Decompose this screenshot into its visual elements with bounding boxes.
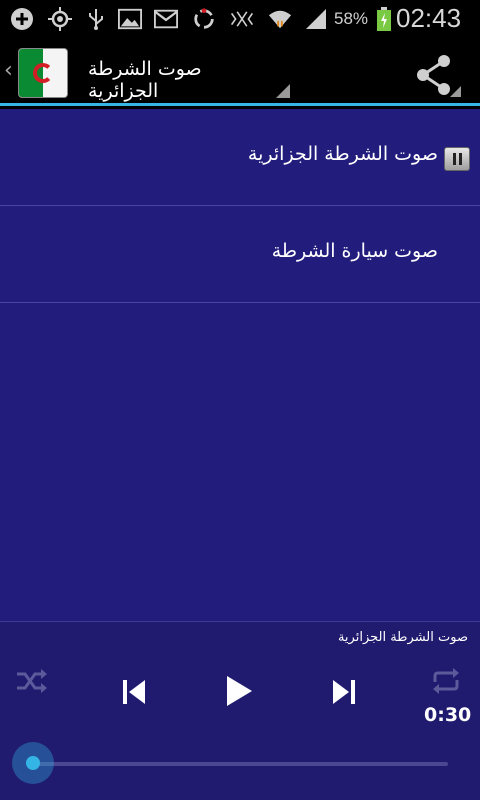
play-button[interactable]: [218, 670, 260, 712]
app-title[interactable]: صوت الشرطة الجزائرية: [88, 58, 268, 102]
shuffle-icon: [17, 669, 47, 693]
signal-icon: [304, 7, 328, 31]
battery-percent: 58%: [334, 9, 369, 28]
overflow-indicator-icon: [450, 86, 461, 97]
media-player: صوت الشرطة الجزائرية 0:30: [0, 621, 480, 800]
clock: 02:43: [396, 3, 462, 33]
list-item-label: صوت سيارة الشرطة: [271, 240, 438, 262]
dropdown-indicator-icon: [276, 84, 290, 98]
shuffle-button[interactable]: [14, 666, 50, 696]
seek-thumb[interactable]: [12, 742, 54, 784]
play-icon: [227, 676, 252, 706]
next-button[interactable]: [326, 674, 362, 710]
up-caret-icon[interactable]: ‹: [4, 58, 13, 83]
sync-icon: [192, 7, 216, 31]
list-item[interactable]: صوت الشرطة الجزائرية: [0, 109, 480, 206]
seek-bar[interactable]: [32, 762, 448, 766]
wifi-icon: [268, 7, 292, 31]
previous-button[interactable]: [116, 674, 152, 710]
gps-icon: [48, 7, 72, 31]
repeat-button[interactable]: [428, 666, 464, 696]
status-bar: 58% 02:43: [0, 0, 480, 38]
repeat-icon: [433, 668, 459, 694]
pause-icon[interactable]: [444, 147, 470, 171]
next-icon: [333, 680, 355, 704]
add-icon: [10, 7, 34, 31]
vibrate-icon: [230, 7, 254, 31]
list-item-label: صوت الشرطة الجزائرية: [247, 143, 438, 165]
previous-icon: [123, 680, 145, 704]
battery-icon: [372, 7, 396, 31]
crescent-icon: [33, 63, 53, 83]
elapsed-time: 0:30: [424, 704, 472, 726]
sound-list: صوت الشرطة الجزائرية صوت سيارة الشرطة: [0, 109, 480, 621]
seek-thumb-dot: [26, 756, 40, 770]
image-icon: [118, 7, 142, 31]
action-bar: ‹ صوت الشرطة الجزائرية: [0, 38, 480, 106]
app-icon[interactable]: [18, 48, 68, 98]
gmail-icon: [154, 7, 178, 31]
usb-icon: [84, 7, 108, 31]
now-playing-title: صوت الشرطة الجزائرية: [337, 630, 468, 645]
list-item[interactable]: صوت سيارة الشرطة: [0, 206, 480, 303]
